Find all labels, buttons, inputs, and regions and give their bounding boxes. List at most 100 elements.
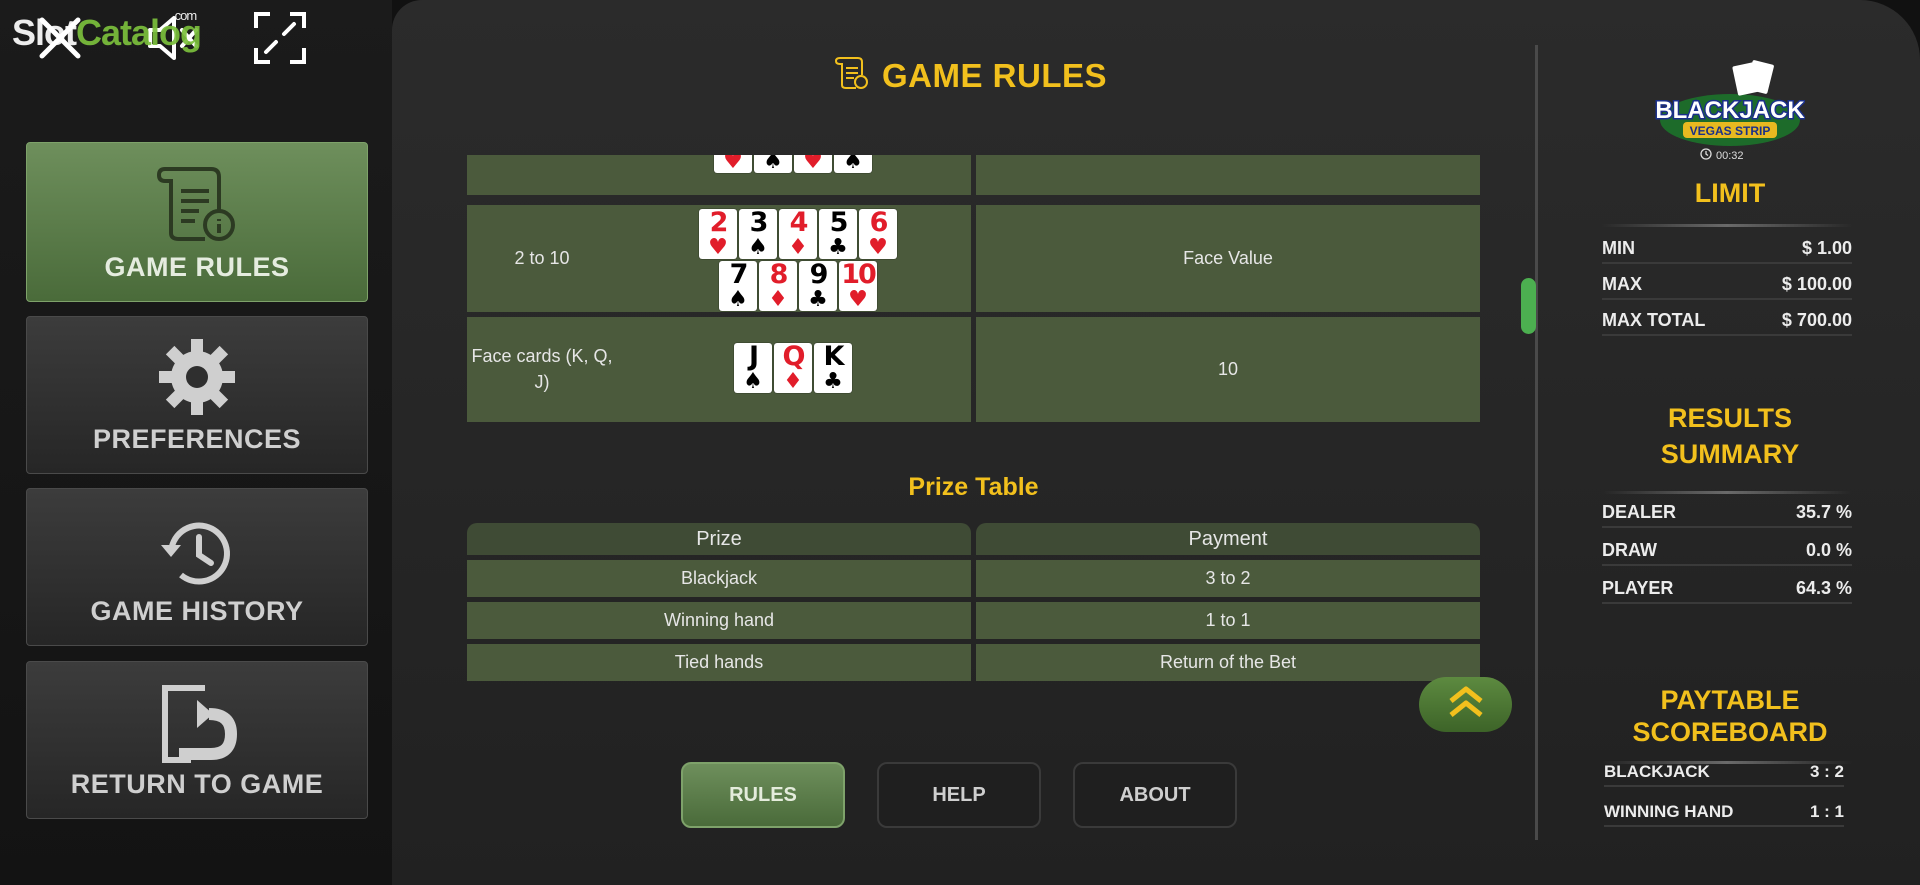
card-rank: 8 [769, 259, 789, 290]
sidebar-item-label: GAME RULES [104, 252, 290, 282]
prize-name: Winning hand [467, 602, 971, 639]
watermark-slot: Slot [12, 12, 77, 53]
results-title-line1: RESULTS [1667, 403, 1792, 433]
paytable-row-winning-hand: WINNING HAND 1 : 1 [1604, 802, 1844, 827]
results-label: PLAYER [1602, 578, 1674, 598]
card-suit: ♠ [743, 369, 763, 394]
card-rank: 7 [729, 259, 749, 290]
card-cell: 2 to 10 2 ♥ 3 ♠ 4 ♦ 5 ♣ 6 ♥ 7 ♠ 8 ♦ 9 ♣ 10 ♥ [467, 205, 971, 312]
card-description: Face cards (K, Q, J) [471, 346, 613, 392]
card-suit: ♠ [843, 155, 863, 174]
playing-card: ♥ [714, 155, 752, 173]
playing-card: J ♠ [734, 341, 772, 394]
playing-card: 7 ♠ [719, 259, 757, 311]
fullscreen-icon[interactable] [250, 8, 310, 68]
table-row: Winning hand 1 to 1 [467, 602, 1480, 639]
prize-table-title: Prize Table [908, 473, 1039, 501]
table-row: Tied hands Return of the Bet [467, 644, 1480, 681]
scroll-to-top-button[interactable] [1419, 677, 1512, 732]
card-suit: ♦ [768, 287, 788, 312]
limit-title: LIMIT [1694, 178, 1766, 208]
sidebar-item-preferences[interactable]: PREFERENCES [26, 316, 368, 474]
playing-card: Q ♦ [774, 342, 812, 393]
limit-label: MIN [1602, 238, 1635, 258]
card-rank: K [823, 341, 845, 372]
card-group: 2 ♥ 3 ♠ 4 ♦ 5 ♣ 6 ♥ 7 ♠ 8 ♦ 9 ♣ 10 ♥ [694, 207, 904, 313]
results-row-draw: DRAW 0.0 % [1602, 540, 1852, 566]
divider [1602, 491, 1852, 494]
sidebar-item-label: GAME HISTORY [90, 596, 304, 626]
prize-table: Prize Payment Blackjack 3 to 2 Winning h… [467, 523, 1480, 685]
tab-about[interactable]: ABOUT [1073, 762, 1237, 828]
paytable-label: WINNING HAND [1604, 802, 1734, 821]
results-label: DRAW [1602, 540, 1657, 560]
blackjack-logo: BLACKJACK VEGAS STRIP [1654, 60, 1807, 150]
paytable-row-blackjack: BLACKJACK 3 : 2 [1604, 762, 1844, 787]
card-rank: 9 [809, 259, 829, 290]
return-icon [155, 684, 239, 769]
playing-card: 10 ♥ [839, 259, 877, 311]
clock-icon [1700, 148, 1712, 163]
table-row: 2 to 10 2 ♥ 3 ♠ 4 ♦ 5 ♣ 6 ♥ 7 ♠ 8 ♦ 9 ♣ 10 ♥ Face Value [467, 205, 1480, 312]
card-cell: Face cards (K, Q, J) J ♠ Q ♦ K ♣ [467, 317, 971, 422]
sidebar-item-return-to-game[interactable]: RETURN TO GAME [26, 661, 368, 819]
playing-card: ♠ [834, 155, 872, 173]
prize-name: Blackjack [467, 560, 971, 597]
playing-card: 6 ♥ [859, 207, 897, 259]
info-panel: BLACKJACK VEGAS STRIP 00:32 LIMIT MIN $ 1… [1540, 40, 1920, 885]
page-title-text: GAME RULES [882, 56, 1108, 94]
card-value: 10 [976, 317, 1480, 422]
playing-card: 9 ♣ [799, 259, 837, 311]
results-value: 0.0 % [1805, 540, 1852, 560]
results-label: DEALER [1602, 502, 1677, 522]
tab-rules[interactable]: RULES [681, 762, 845, 828]
results-row-dealer: DEALER 35.7 % [1602, 502, 1852, 528]
paytable-value: 1 : 1 [1809, 802, 1844, 821]
header-payment: Payment [976, 523, 1480, 555]
card-description: 2 to 10 [514, 248, 570, 268]
sidebar: SlotCatalog .com GAME RULES PREFERENCES G… [0, 0, 392, 885]
table-row: Face cards (K, Q, J) J ♠ Q ♦ K ♣ 10 [467, 317, 1480, 422]
sidebar-item-game-rules[interactable]: GAME RULES [26, 142, 368, 302]
card-rank: 6 [869, 207, 889, 238]
card-suit: ♥ [803, 155, 823, 174]
prize-name: Tied hands [467, 644, 971, 681]
results-title-line2: SUMMARY [1660, 439, 1800, 469]
card-rank: J [748, 341, 759, 372]
paytable-title-line2: SCOREBOARD [1632, 717, 1828, 747]
card-rank: 10 [841, 259, 877, 290]
sidebar-item-game-history[interactable]: GAME HISTORY [26, 488, 368, 646]
playing-card: 5 ♣ [819, 208, 857, 260]
scrollbar-track[interactable] [1535, 45, 1538, 840]
card-suit: ♥ [723, 155, 743, 174]
timer-value: 00:32 [1716, 149, 1744, 162]
limit-label: MAX [1602, 274, 1642, 294]
card-value: Face Value [976, 205, 1480, 312]
divider [1602, 224, 1852, 227]
watermark: SlotCatalog .com [12, 8, 202, 54]
card-cell: ♥ ♠ ♥ ♠ [467, 155, 971, 195]
results-row-player: PLAYER 64.3 % [1602, 578, 1852, 604]
rules-title-icon [834, 55, 868, 96]
limit-row-max-total: MAX TOTAL $ 700.00 [1602, 310, 1852, 336]
prize-payment: 1 to 1 [976, 602, 1480, 639]
history-icon [155, 513, 239, 598]
sidebar-item-label: PREFERENCES [92, 424, 302, 454]
tab-help[interactable]: HELP [877, 762, 1041, 828]
paytable-label: BLACKJACK [1604, 762, 1710, 781]
card-suit: ♥ [708, 235, 728, 260]
partial-cards: ♥ ♠ ♥ ♠ [714, 155, 874, 175]
gear-icon [155, 335, 239, 424]
card-suit: ♠ [748, 235, 768, 260]
scrollbar-thumb[interactable] [1521, 278, 1536, 334]
paytable-value: 3 : 2 [1809, 762, 1844, 781]
double-chevron-up-icon [1447, 685, 1485, 724]
results-value: 35.7 % [1795, 502, 1852, 522]
limit-row-min: MIN $ 1.00 [1602, 238, 1852, 264]
bottom-tabs: RULES HELP ABOUT [681, 762, 1237, 828]
limit-value: $ 100.00 [1781, 274, 1852, 294]
card-suit: ♣ [828, 235, 848, 260]
card-suit: ♠ [763, 155, 783, 174]
card-group: J ♠ Q ♦ K ♣ [734, 341, 854, 395]
card-suit: ♦ [788, 235, 808, 260]
